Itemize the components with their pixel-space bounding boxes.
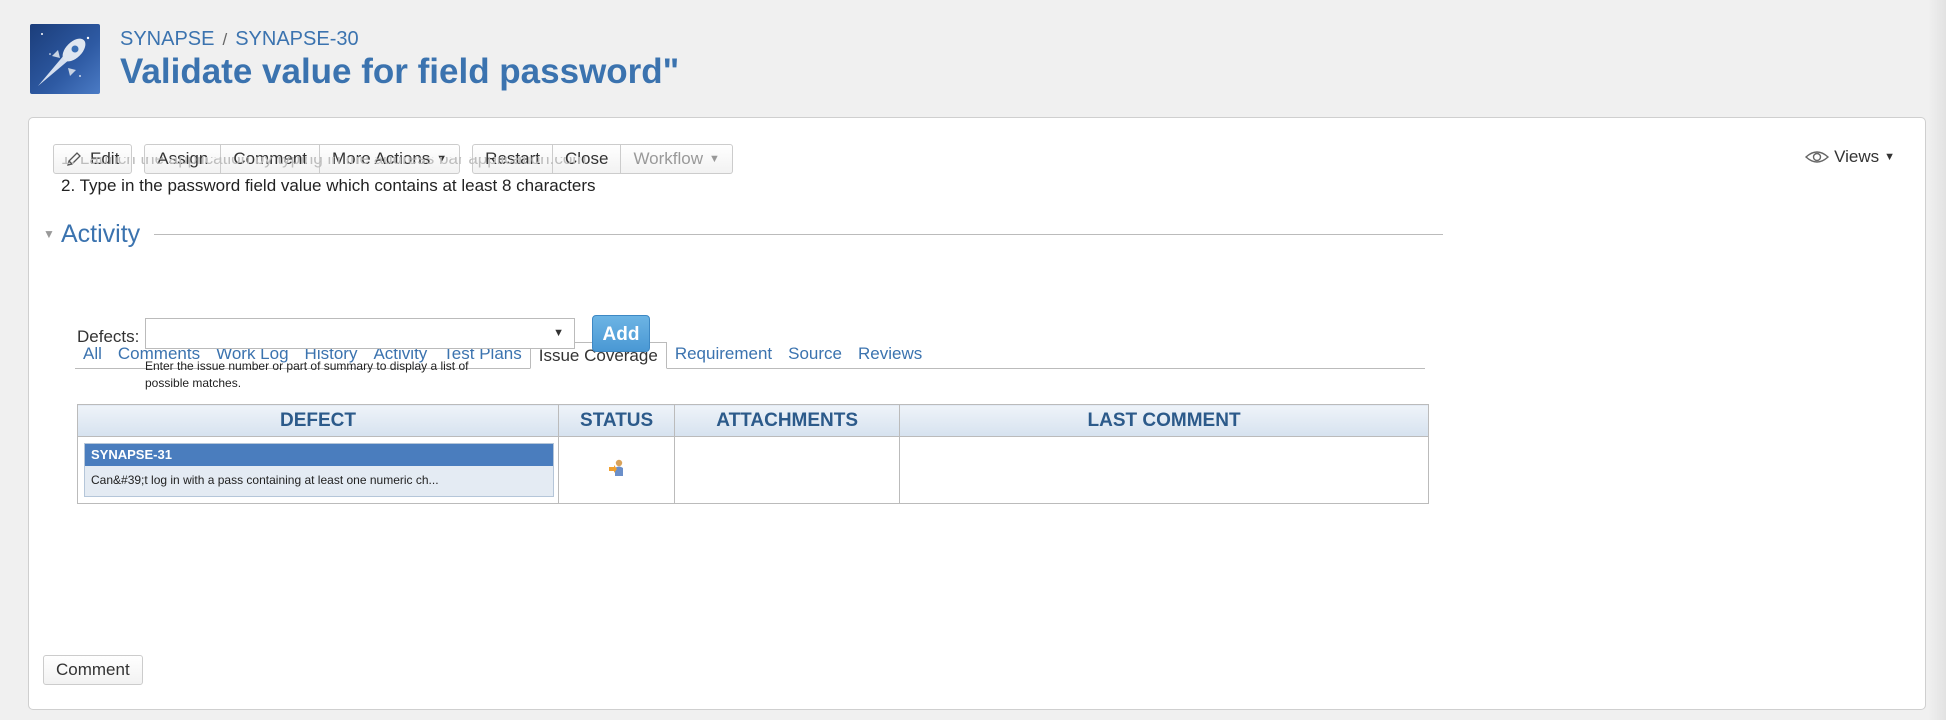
table-header-row: DEFECT STATUS ATTACHMENTS LAST COMMENT xyxy=(77,404,1429,437)
defect-cell: SYNAPSE-31 Can&#39;t log in with a pass … xyxy=(77,436,559,504)
activity-section-heading[interactable]: ▼ Activity xyxy=(43,218,1443,250)
tab-requirement[interactable]: Requirement xyxy=(667,343,780,368)
window-edge-shade xyxy=(1928,0,1946,720)
issue-title[interactable]: Validate value for field password" xyxy=(120,52,679,92)
step-2-text: 2. Type in the password field value whic… xyxy=(61,176,596,195)
in-progress-icon xyxy=(608,459,623,476)
column-header-status: STATUS xyxy=(557,404,676,437)
chevron-down-icon: ▼ xyxy=(709,153,720,165)
chevron-down-icon: ▼ xyxy=(1884,151,1895,163)
breadcrumb: SYNAPSE / SYNAPSE-30 xyxy=(120,28,359,51)
defect-key-link[interactable]: SYNAPSE-31 xyxy=(85,444,553,466)
heading-divider xyxy=(154,233,1443,235)
breadcrumb-separator: / xyxy=(222,30,228,49)
attachments-cell xyxy=(674,436,901,504)
defects-label: Defects: xyxy=(77,327,140,346)
workflow-button[interactable]: Workflow ▼ xyxy=(621,144,733,174)
defects-hint-line-1: Enter the issue number or part of summar… xyxy=(145,359,469,373)
views-label: Views xyxy=(1834,147,1880,166)
tab-source[interactable]: Source xyxy=(780,343,850,368)
defects-hint-line-2: possible matches. xyxy=(145,376,242,390)
views-menu[interactable]: Views ▼ xyxy=(1804,147,1895,167)
last-comment-cell xyxy=(899,436,1429,504)
project-avatar-rocket-icon[interactable] xyxy=(30,24,100,94)
activity-heading-label: Activity xyxy=(61,219,141,248)
comment-button[interactable]: Comment xyxy=(43,655,143,685)
defects-select[interactable]: ▼ xyxy=(145,318,575,349)
tab-reviews[interactable]: Reviews xyxy=(850,343,930,368)
column-header-last-comment: LAST COMMENT xyxy=(899,404,1429,437)
defects-hint: Enter the issue number or part of summar… xyxy=(145,358,545,392)
eye-icon xyxy=(1805,151,1830,163)
step-1-label: 1. Launch the application by typing in t… xyxy=(61,157,587,168)
column-header-attachments: ATTACHMENTS xyxy=(674,404,901,437)
defect-coverage-table: DEFECT STATUS ATTACHMENTS LAST COMMENT S… xyxy=(77,404,1429,504)
breadcrumb-project-link[interactable]: SYNAPSE xyxy=(120,28,214,50)
dropdown-arrow-icon[interactable]: ▼ xyxy=(553,327,564,339)
issue-panel: Edit Assign Comment More Actions ▼ Resta… xyxy=(28,117,1926,710)
step-1-text: 1. Launch the application by typing in t… xyxy=(61,157,586,175)
defect-card[interactable]: SYNAPSE-31 Can&#39;t log in with a pass … xyxy=(84,443,554,497)
defect-summary: Can&#39;t log in with a pass containing … xyxy=(91,473,439,487)
breadcrumb-issue-link[interactable]: SYNAPSE-30 xyxy=(235,28,358,50)
status-cell xyxy=(557,436,676,504)
table-row: SYNAPSE-31 Can&#39;t log in with a pass … xyxy=(77,436,1429,504)
collapse-triangle-icon[interactable]: ▼ xyxy=(43,227,61,241)
add-defect-button[interactable]: Add xyxy=(592,315,650,352)
workflow-label: Workflow xyxy=(633,149,704,168)
column-header-defect: DEFECT xyxy=(77,404,559,437)
